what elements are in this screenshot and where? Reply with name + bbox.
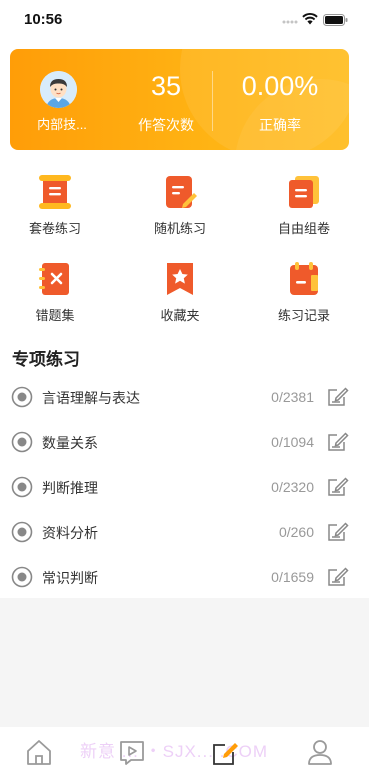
target-circle-icon	[11, 521, 33, 543]
tab-bar: 新意 ... ・SJX... .COM	[0, 727, 369, 770]
item-progress: 0/2320	[271, 479, 314, 495]
wrong-questions-icon	[39, 263, 69, 295]
item-label: 常识判断	[42, 570, 98, 586]
list-item[interactable]: 判断推理 0/2320	[0, 467, 369, 507]
feature-random-practice[interactable]: 随机练习	[130, 174, 230, 244]
answer-count-value: 35	[150, 71, 182, 101]
avatar[interactable]	[40, 71, 77, 108]
custom-paper-icon	[289, 176, 319, 208]
item-label: 判断推理	[42, 480, 98, 496]
stats-divider	[212, 71, 213, 131]
list-item[interactable]: 言语理解与表达 0/2381	[0, 377, 369, 417]
user-avatar-icon	[40, 71, 77, 108]
feature-practice-record[interactable]: 练习记录	[254, 261, 354, 331]
feature-custom-paper[interactable]: 自由组卷	[254, 174, 354, 244]
edit-icon[interactable]	[327, 565, 349, 587]
wifi-icon	[302, 12, 318, 25]
tab-practice[interactable]	[211, 737, 241, 767]
feature-label: 随机练习	[153, 221, 206, 236]
accuracy-value: 0.00%	[241, 71, 319, 101]
feature-label: 自由组卷	[277, 221, 330, 236]
target-circle-icon	[11, 476, 33, 498]
favorites-icon	[167, 263, 193, 295]
edit-icon[interactable]	[327, 385, 349, 407]
item-label: 资料分析	[42, 525, 98, 541]
screen: 10:56 内部技... 35 作答次数 0.00% 正确率 套卷练习 随机练习…	[0, 0, 369, 770]
item-progress: 0/1094	[271, 434, 314, 450]
item-progress: 0/1659	[271, 569, 314, 585]
user-name: 内部技...	[37, 117, 87, 132]
random-practice-icon	[166, 176, 197, 208]
feature-favorites[interactable]: 收藏夹	[130, 261, 230, 331]
home-icon	[27, 740, 51, 765]
practice-record-icon	[290, 262, 318, 295]
item-progress: 0/2381	[271, 389, 314, 405]
edit-icon[interactable]	[327, 520, 349, 542]
feature-wrong-questions[interactable]: 错题集	[5, 261, 105, 331]
status-time: 10:56	[24, 11, 63, 28]
feature-label: 练习记录	[277, 308, 330, 323]
practice-icon	[213, 743, 238, 765]
profile-icon	[308, 740, 332, 765]
status-bar: 10:56	[0, 0, 369, 40]
feature-label: 错题集	[35, 308, 75, 323]
item-progress: 0/260	[278, 524, 314, 540]
target-circle-icon	[11, 431, 33, 453]
edit-icon[interactable]	[327, 475, 349, 497]
list-item[interactable]: 资料分析 0/260	[0, 512, 369, 552]
section-title: 专项练习	[12, 350, 80, 369]
signal-icon	[282, 20, 298, 24]
tab-video[interactable]	[117, 737, 147, 767]
paper-set-icon	[39, 175, 71, 209]
item-label: 言语理解与表达	[42, 390, 140, 406]
video-icon	[120, 741, 144, 765]
target-circle-icon	[11, 566, 33, 588]
tab-profile[interactable]	[305, 737, 335, 767]
battery-icon	[323, 14, 348, 26]
item-label: 数量关系	[42, 435, 98, 451]
feature-label: 套卷练习	[28, 221, 81, 236]
accuracy-label: 正确率	[259, 117, 301, 133]
list-item[interactable]: 常识判断 0/1659	[0, 557, 369, 597]
answer-count-label: 作答次数	[138, 117, 194, 133]
list-item[interactable]: 数量关系 0/1094	[0, 422, 369, 462]
feature-label: 收藏夹	[160, 308, 200, 323]
edit-icon[interactable]	[327, 430, 349, 452]
tab-home[interactable]	[24, 737, 54, 767]
feature-paper-set[interactable]: 套卷练习	[5, 174, 105, 244]
target-circle-icon	[11, 386, 33, 408]
stats-card: 内部技... 35 作答次数 0.00% 正确率	[10, 49, 349, 150]
